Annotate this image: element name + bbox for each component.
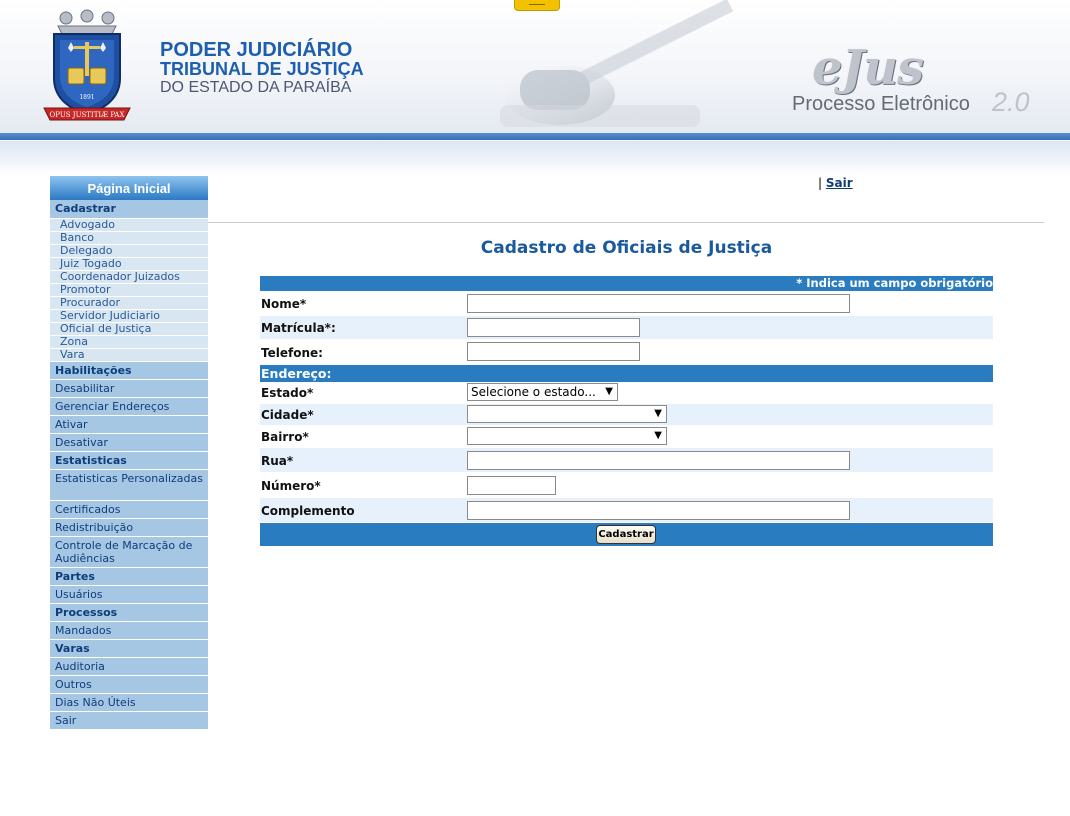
rua-label: Rua* [261, 454, 294, 468]
chevron-down-icon: ▼ [605, 386, 613, 397]
form-row-estado: Estado* Selecione o estado... ▼ [260, 382, 993, 404]
oficial-form: * Indica um campo obrigatório Nome* Matr… [260, 276, 993, 546]
form-row-numero: Número* [260, 473, 993, 498]
link-separator: | [818, 176, 823, 190]
content-divider [208, 222, 1044, 223]
crest-year: 1891 [79, 94, 94, 101]
sidebar-item[interactable]: Estatisticas Personalizadas [50, 470, 208, 501]
estado-select[interactable]: Selecione o estado... ▼ [467, 383, 618, 401]
form-row-complemento: Complemento [260, 498, 993, 523]
sidebar-item[interactable]: Mandados [50, 622, 208, 640]
sidebar-item[interactable]: Controle de Marcação de Audiências [50, 537, 208, 568]
cidade-select[interactable]: ▼ [467, 405, 667, 423]
top-links: | Sair [818, 176, 853, 190]
ejus-subtitle: Processo Eletrônico [792, 93, 970, 115]
header-stripe [0, 133, 1070, 140]
form-row-cidade: Cidade* ▼ [260, 404, 993, 426]
bairro-select[interactable]: ▼ [467, 427, 667, 445]
chevron-down-icon: ▼ [654, 430, 662, 441]
gavel-decoration-icon [500, 0, 734, 127]
nome-label: Nome* [261, 297, 307, 311]
sidebar-item[interactable]: Partes [50, 568, 208, 586]
sidebar-item[interactable]: Desativar [50, 434, 208, 452]
logout-link[interactable]: Sair [826, 176, 853, 190]
court-crest-logo: OPUS JUSTITIÆ PAX 1891 [43, 9, 131, 121]
org-name-line3: DO ESTADO DA PARAÍBA [160, 79, 352, 96]
form-row-nome: Nome* [260, 291, 993, 316]
estado-selected-value: Selecione o estado... [471, 385, 596, 399]
estado-label: Estado* [261, 386, 314, 400]
complemento-label: Complemento [261, 504, 355, 518]
sidebar-item[interactable]: Sair [50, 712, 208, 730]
chevron-down-icon: ▼ [654, 408, 662, 419]
bairro-label: Bairro* [261, 430, 309, 444]
cadastrar-button[interactable]: Cadastrar [596, 525, 656, 544]
form-actions: Cadastrar [260, 523, 993, 546]
telefone-label: Telefone: [261, 346, 323, 360]
page-title: Cadastro de Oficiais de Justiça [480, 238, 773, 258]
sidebar-subitem[interactable]: Vara [50, 349, 208, 362]
sidebar-section-cadastrar[interactable]: Cadastrar [50, 200, 208, 219]
crest-motto: OPUS JUSTITIÆ PAX [50, 111, 125, 119]
sidebar-item[interactable]: Ativar [50, 416, 208, 434]
rua-input[interactable] [467, 451, 850, 470]
required-note: * Indica um campo obrigatório [260, 276, 993, 291]
matricula-label: Matrícula*: [261, 321, 336, 335]
form-row-rua: Rua* [260, 448, 993, 473]
sidebar-item[interactable]: Dias Não Úteis [50, 694, 208, 712]
sidebar-items: Habilitações Desabilitar Gerenciar Endereç… [50, 362, 208, 730]
form-row-matricula: Matrícula*: [260, 316, 993, 340]
sidebar-item[interactable]: Varas [50, 640, 208, 658]
numero-label: Número* [261, 479, 321, 493]
sidebar-item[interactable]: Redistribuição [50, 519, 208, 537]
sidebar-item[interactable]: Usuários [50, 586, 208, 604]
sidebar-item[interactable]: Desabilitar [50, 380, 208, 398]
ejus-version: 2.0 [992, 87, 1030, 117]
sidebar-item[interactable]: Auditoria [50, 658, 208, 676]
ejus-logo: eJus [812, 40, 924, 96]
sidebar-item[interactable]: Certificados [50, 501, 208, 519]
header-fade [0, 141, 1070, 175]
numero-input[interactable] [467, 476, 556, 495]
complemento-input[interactable] [467, 501, 850, 520]
sidebar-item[interactable]: Outros [50, 676, 208, 694]
telefone-input[interactable] [467, 342, 640, 361]
cadastrar-submenu: Advogado Banco Delegado Juiz Togado Coordena… [50, 219, 208, 362]
matricula-input[interactable] [467, 318, 640, 337]
sidebar-item[interactable]: Estatisticas [50, 452, 208, 470]
form-row-telefone: Telefone: [260, 340, 993, 365]
sidebar-item[interactable]: Processos [50, 604, 208, 622]
cidade-label: Cidade* [261, 408, 314, 422]
nome-input[interactable] [467, 294, 850, 313]
sidebar-home-link[interactable]: Página Inicial [50, 176, 208, 200]
sidebar-menu: Página Inicial Cadastrar Advogado Banco De… [50, 176, 208, 730]
org-name-line2: TRIBUNAL DE JUSTIÇA [160, 59, 364, 79]
sidebar-item[interactable]: Gerenciar Endereços [50, 398, 208, 416]
sidebar-item[interactable]: Habilitações [50, 362, 208, 380]
site-header: OPUS JUSTITIÆ PAX 1891 PODER JUDICIÁRIO … [0, 0, 1070, 140]
form-row-bairro: Bairro* ▼ [260, 426, 993, 448]
endereco-section-header: Endereço: [260, 365, 993, 382]
